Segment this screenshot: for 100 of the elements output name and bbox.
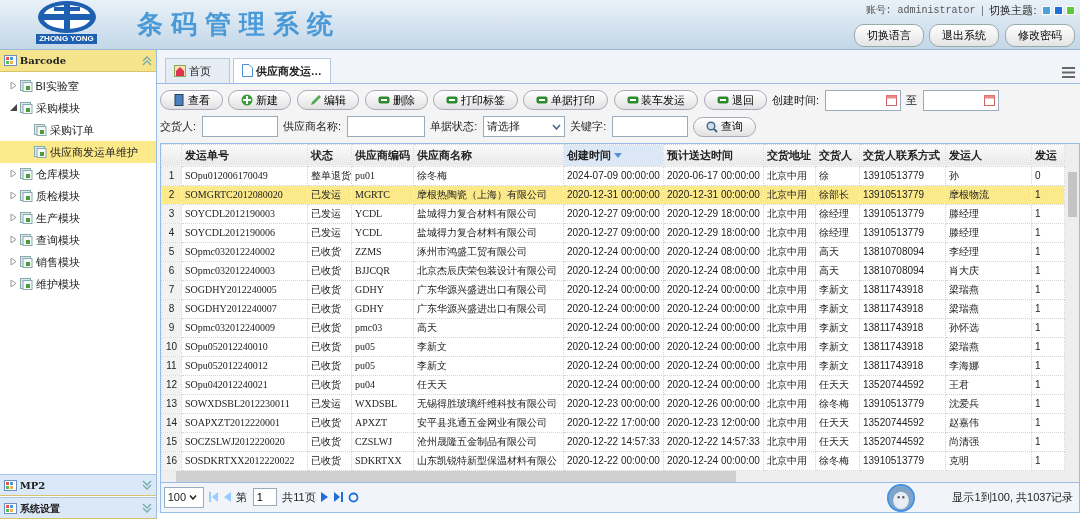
table-cell: 李新文	[413, 356, 564, 375]
table-cell: 13811743918	[859, 337, 946, 356]
header-button[interactable]: 修改密码	[1004, 24, 1075, 47]
table-cell: 已收货	[307, 413, 352, 432]
table-cell: 无锡得胜玻璃纤维科技有限公司	[413, 394, 564, 413]
table-cell: 2020-12-24 00:00:00	[663, 318, 764, 337]
tree-item[interactable]: 销售模块	[0, 250, 157, 273]
table-cell: 2020-12-24 00:00:00	[663, 280, 764, 299]
header-button[interactable]: 切换语言	[853, 24, 924, 47]
account-label: 账号: administrator	[865, 4, 976, 18]
tab[interactable]: 供应商发运…	[233, 57, 331, 83]
table-cell: 李新文	[815, 318, 860, 337]
table-cell: BJJCQR	[351, 261, 414, 280]
toolbar-button[interactable]: 打印标签	[433, 90, 518, 110]
field-label: 单据状态:	[430, 119, 478, 135]
tab[interactable]: 首页	[165, 57, 231, 83]
table-cell: GDHY	[351, 280, 414, 299]
table-cell: SDKRTXX	[351, 451, 414, 470]
table-cell: 1	[1031, 432, 1065, 451]
table-cell: 2020-12-24 00:00:00	[563, 299, 664, 318]
table-cell: 北京杰辰庆荣包装设计有限公司	[413, 261, 564, 280]
table-cell: 北京中用	[763, 394, 816, 413]
tree-item[interactable]: BI实验室	[0, 74, 157, 97]
table-cell: SOpu052012240010	[181, 337, 308, 356]
table-cell: SOGDHY2012240007	[181, 299, 308, 318]
tree-item[interactable]: 质检模块	[0, 184, 157, 207]
table-cell: 13520744592	[859, 413, 946, 432]
table-cell: 13811743918	[859, 280, 946, 299]
query-button[interactable]: 查询	[693, 116, 756, 137]
table-cell: pu05	[351, 356, 414, 375]
tree-item[interactable]: 供应商发运单维护	[0, 140, 157, 163]
tree-item[interactable]: 查询模块	[0, 228, 157, 251]
table-cell: 2020-12-26 00:00:00	[663, 394, 764, 413]
table-cell: 已收货	[307, 432, 352, 451]
table-cell: 1	[1031, 413, 1065, 432]
column-header[interactable]: 发运人	[945, 144, 1032, 166]
table-cell: 李经理	[945, 242, 1032, 261]
table-cell: 李新文	[815, 356, 860, 375]
page-label: 第	[236, 489, 248, 505]
column-header[interactable]: 供应商名称	[413, 144, 564, 166]
table-cell: 北京中用	[763, 299, 816, 318]
column-header[interactable]: 供应商编码	[351, 144, 414, 166]
toolbar-button[interactable]: 新建	[228, 90, 291, 110]
tree-item[interactable]: 采购订单	[0, 118, 157, 141]
table-cell: 高天	[413, 318, 564, 337]
table-cell: 1	[1031, 394, 1065, 413]
toolbar-button[interactable]: 装车发运	[613, 90, 699, 110]
table-cell: 已发运	[307, 394, 352, 413]
table-cell: 13910513779	[859, 166, 946, 185]
table-cell: 王君	[945, 375, 1032, 394]
column-header[interactable]: 交货人联系方式	[859, 144, 946, 166]
toolbar-button[interactable]: 退回	[703, 90, 767, 110]
tree-item[interactable]: 仓库模块	[0, 162, 157, 185]
table-cell: SOAPXZT2012220001	[181, 413, 308, 432]
table-cell: 安平县兆通五金网业有限公司	[413, 413, 564, 432]
table-cell: 2020-12-24 00:00:00	[663, 375, 764, 394]
table-cell: 李新文	[413, 337, 564, 356]
page-input[interactable]: 1	[252, 488, 277, 506]
table-cell: 徐冬梅	[815, 451, 860, 470]
toolbar-button[interactable]: 查看	[160, 90, 223, 110]
table-cell: 尚清强	[945, 432, 1032, 451]
table-cell: 盐城得力复合材料有限公司	[413, 204, 564, 223]
status-select[interactable]: 请选择	[482, 116, 565, 137]
table-cell: SOpmc032012240009	[181, 318, 308, 337]
tree-item[interactable]: 维护模块	[0, 272, 157, 295]
column-header[interactable]: 状态	[307, 144, 352, 166]
panel-header[interactable]: Barcode	[0, 50, 157, 72]
page-size-select[interactable]: 100	[163, 486, 204, 508]
column-header[interactable]: 发运	[1031, 144, 1065, 166]
table-cell: 北京中用	[763, 356, 816, 375]
separator: |	[981, 3, 984, 19]
table-cell: SOpmc032012240002	[181, 242, 308, 261]
table-cell: 孙	[945, 166, 1032, 185]
table-cell: 13810708094	[859, 242, 946, 261]
tree-item[interactable]: 采购模块	[0, 96, 157, 119]
panel-header[interactable]: MP2	[0, 474, 157, 496]
table-cell: 已收货	[307, 280, 352, 299]
table-cell: 肖大庆	[945, 261, 1032, 280]
column-header[interactable]: 交货人	[815, 144, 860, 166]
column-header[interactable]: 发运单号	[181, 144, 308, 166]
panel-header[interactable]: 系统设置	[0, 497, 157, 519]
table-cell: 2020-12-22 14:57:33	[563, 432, 664, 451]
table-cell: 孙怀选	[945, 318, 1032, 337]
header-button[interactable]: 退出系统	[929, 24, 999, 47]
column-header[interactable]: 预计送达时间	[663, 144, 764, 166]
toolbar-button[interactable]: 删除	[364, 90, 428, 110]
table-cell: pu05	[351, 337, 414, 356]
column-header[interactable]: 创建时间	[563, 144, 664, 166]
column-header[interactable]: 交货地址	[763, 144, 816, 166]
table-cell: 13910513779	[859, 394, 946, 413]
table-cell: 滕经理	[945, 223, 1032, 242]
table-cell: 1	[1031, 223, 1065, 242]
table-cell: 1	[1031, 280, 1065, 299]
table-cell: 山东凯锐特新型保温材料有限公	[413, 451, 564, 470]
table-cell: YCDL	[351, 223, 414, 242]
toolbar-button[interactable]: 编辑	[296, 90, 360, 110]
table-cell: 北京中用	[763, 375, 816, 394]
table-cell: ZZMS	[351, 242, 414, 261]
toolbar-button[interactable]: 单据打印	[523, 90, 608, 110]
tree-item[interactable]: 生产模块	[0, 206, 157, 229]
